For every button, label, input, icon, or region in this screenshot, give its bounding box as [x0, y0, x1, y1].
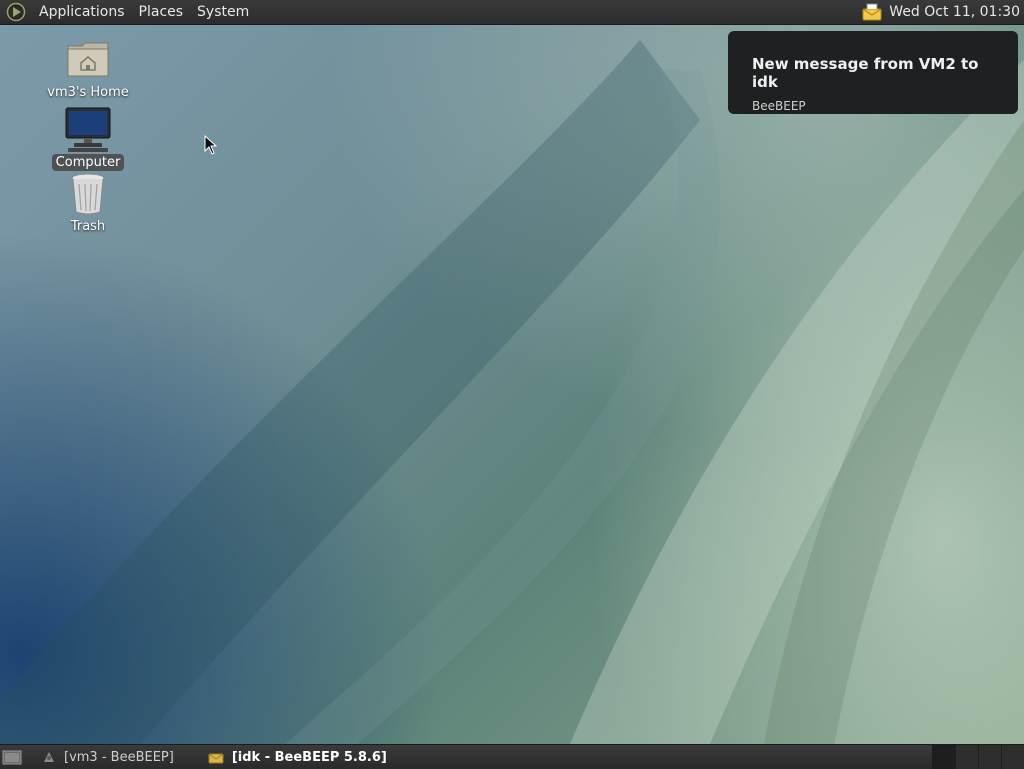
- beebeep-icon: [44, 752, 54, 762]
- workspace-2[interactable]: [955, 745, 978, 769]
- home-folder-icon: [67, 42, 109, 77]
- desktop-wallpaper: [0, 0, 1024, 768]
- taskbar-item-idk[interactable]: [idk - BeeBEEP 5.8.6]: [202, 745, 393, 769]
- taskbar-item-label: [vm3 - BeeBEEP]: [64, 749, 174, 765]
- notification-app: BeeBEEP: [752, 99, 806, 113]
- computer-icon: [65, 107, 111, 152]
- desktop-icon-computer[interactable]: Computer: [38, 106, 138, 171]
- workspace-3[interactable]: [978, 745, 1001, 769]
- bottom-panel: [vm3 - BeeBEEP] [idk - BeeBEEP 5.8.6]: [0, 744, 1024, 769]
- workspace-1[interactable]: [932, 745, 955, 769]
- desktop-icon-trash[interactable]: Trash: [38, 170, 138, 235]
- desktop-icon-label: Trash: [70, 219, 106, 234]
- applications-menu-icon[interactable]: [6, 2, 26, 22]
- top-panel-tray: Wed Oct 11, 01:30: [861, 1, 1024, 23]
- taskbar-item-vm3[interactable]: [vm3 - BeeBEEP]: [36, 745, 180, 769]
- beebeep-mail-icon[interactable]: [861, 1, 883, 23]
- clock[interactable]: Wed Oct 11, 01:30: [889, 4, 1024, 20]
- desktop-icon-label: Computer: [51, 154, 125, 171]
- notification-popup[interactable]: New message from VM2 to idk BeeBEEP: [728, 31, 1018, 114]
- workspace-switcher: [932, 745, 1024, 769]
- notification-title: New message from VM2 to idk: [752, 55, 979, 91]
- workspace-4[interactable]: [1001, 745, 1024, 769]
- top-panel: Applications Places System Wed Oct 11, 0…: [0, 0, 1024, 25]
- menu-applications[interactable]: Applications: [32, 0, 132, 24]
- menu-system[interactable]: System: [190, 0, 256, 24]
- desktop-icon-label: vm3's Home: [47, 85, 129, 100]
- trash-icon: [71, 173, 105, 215]
- desktop-icon-home[interactable]: vm3's Home: [38, 36, 138, 101]
- taskbar-item-label: [idk - BeeBEEP 5.8.6]: [231, 749, 387, 765]
- menu-places[interactable]: Places: [132, 0, 191, 24]
- show-desktop-icon[interactable]: [2, 747, 22, 767]
- beebeep-mail-icon: [208, 753, 224, 764]
- mouse-cursor-icon: [204, 135, 218, 155]
